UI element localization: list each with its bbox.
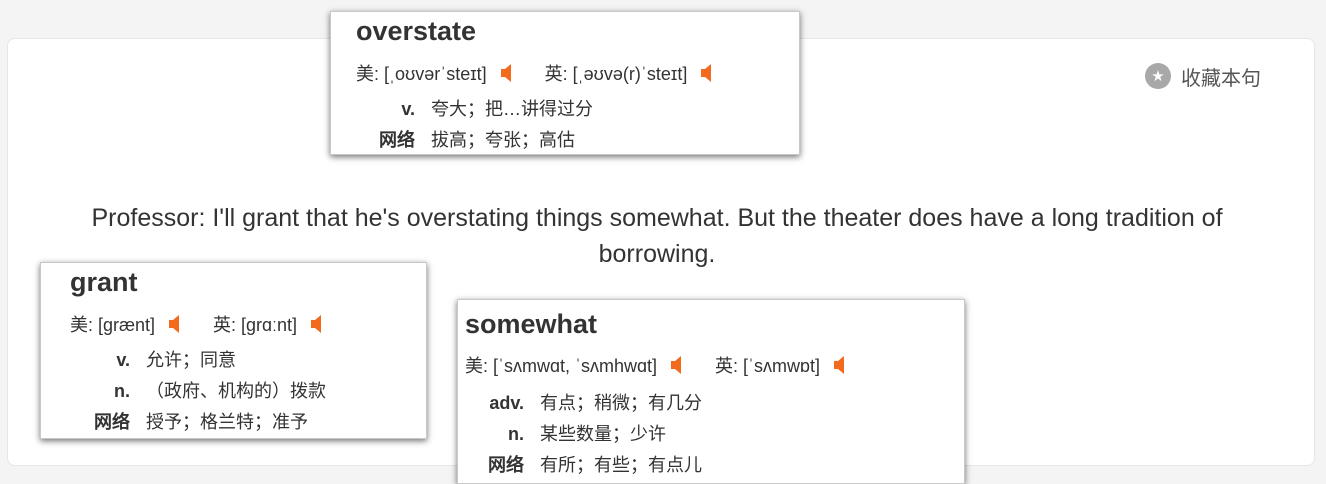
popup-somewhat: somewhat 美: [ˈsʌmwɑt, ˈsʌmhwɑt] 英: [ˈsʌm…: [457, 299, 965, 484]
us-pronunciation: 美: [grænt]: [70, 311, 183, 337]
definition-text: 授予；格兰特；准予: [146, 412, 308, 432]
part-of-speech: v.: [401, 99, 415, 119]
speaker-icon[interactable]: [834, 356, 848, 374]
definition-row: 网络 拔高；夸张；高估: [371, 129, 575, 151]
uk-pronunciation: 英: [ˌəʊvə(r)ˈsteɪt]: [545, 60, 716, 86]
part-of-speech: n.: [114, 381, 130, 401]
us-pronunciation: 美: [ˌoʊvərˈsteɪt]: [356, 60, 515, 86]
popup-grant: grant 美: [grænt] 英: [grɑːnt] v. 允许；同意 n.…: [40, 262, 427, 439]
speaker-icon[interactable]: [311, 315, 325, 333]
definition-text: 允许；同意: [146, 350, 236, 370]
definition-row: 网络 授予；格兰特；准予: [86, 411, 308, 433]
part-of-speech: adv.: [489, 393, 524, 413]
definition-text: 有所；有些；有点儿: [540, 455, 702, 475]
part-of-speech: 网络: [94, 412, 130, 432]
uk-phonetic: 英: [grɑːnt]: [213, 315, 298, 335]
speaker-icon[interactable]: [671, 356, 685, 374]
uk-phonetic: 英: [ˌəʊvə(r)ˈsteɪt]: [544, 64, 688, 84]
definition-row: n. （政府、机构的）拨款: [86, 380, 326, 402]
speaker-icon[interactable]: [701, 64, 715, 82]
definition-text: 拔高；夸张；高估: [431, 130, 575, 150]
definition-row: n. 某些数量；少许: [480, 423, 666, 445]
star-icon: ★: [1145, 63, 1171, 89]
definition-row: adv. 有点；稍微；有几分: [480, 392, 702, 414]
us-pronunciation: 美: [ˈsʌmwɑt, ˈsʌmhwɑt]: [465, 352, 685, 378]
definition-text: （政府、机构的）拨款: [146, 381, 326, 401]
popup-overstate: overstate 美: [ˌoʊvərˈsteɪt] 英: [ˌəʊvə(r)…: [330, 11, 800, 155]
definition-row: v. 允许；同意: [86, 349, 236, 371]
part-of-speech: 网络: [379, 130, 415, 150]
definition-text: 夸大；把…讲得过分: [431, 99, 593, 119]
pronunciation-row: 美: [ˈsʌmwɑt, ˈsʌmhwɑt] 英: [ˈsʌmwɒt]: [465, 352, 848, 378]
part-of-speech: 网络: [488, 455, 524, 475]
part-of-speech: n.: [508, 424, 524, 444]
speaker-icon[interactable]: [169, 315, 183, 333]
uk-pronunciation: 英: [grɑːnt]: [213, 311, 325, 337]
part-of-speech: v.: [116, 350, 130, 370]
us-phonetic: 美: [ˈsʌmwɑt, ˈsʌmhwɑt]: [465, 356, 658, 376]
pronunciation-row: 美: [grænt] 英: [grɑːnt]: [70, 311, 325, 337]
us-phonetic: 美: [grænt]: [70, 315, 156, 335]
definition-text: 某些数量；少许: [540, 424, 666, 444]
uk-phonetic: 英: [ˈsʌmwɒt]: [715, 356, 821, 376]
favorite-sentence-button[interactable]: ★ 收藏本句: [1145, 62, 1261, 90]
pronunciation-row: 美: [ˌoʊvərˈsteɪt] 英: [ˌəʊvə(r)ˈsteɪt]: [356, 60, 715, 86]
uk-pronunciation: 英: [ˈsʌmwɒt]: [715, 352, 848, 378]
popup-word: somewhat: [465, 309, 598, 339]
definition-row: v. 夸大；把…讲得过分: [371, 98, 593, 120]
popup-word: overstate: [356, 16, 477, 46]
definition-row: 网络 有所；有些；有点儿: [480, 454, 702, 476]
definition-text: 有点；稍微；有几分: [540, 393, 702, 413]
us-phonetic: 美: [ˌoʊvərˈsteɪt]: [356, 64, 487, 84]
favorite-label: 收藏本句: [1181, 67, 1261, 90]
speaker-icon[interactable]: [500, 64, 515, 82]
popup-word: grant: [70, 267, 138, 297]
